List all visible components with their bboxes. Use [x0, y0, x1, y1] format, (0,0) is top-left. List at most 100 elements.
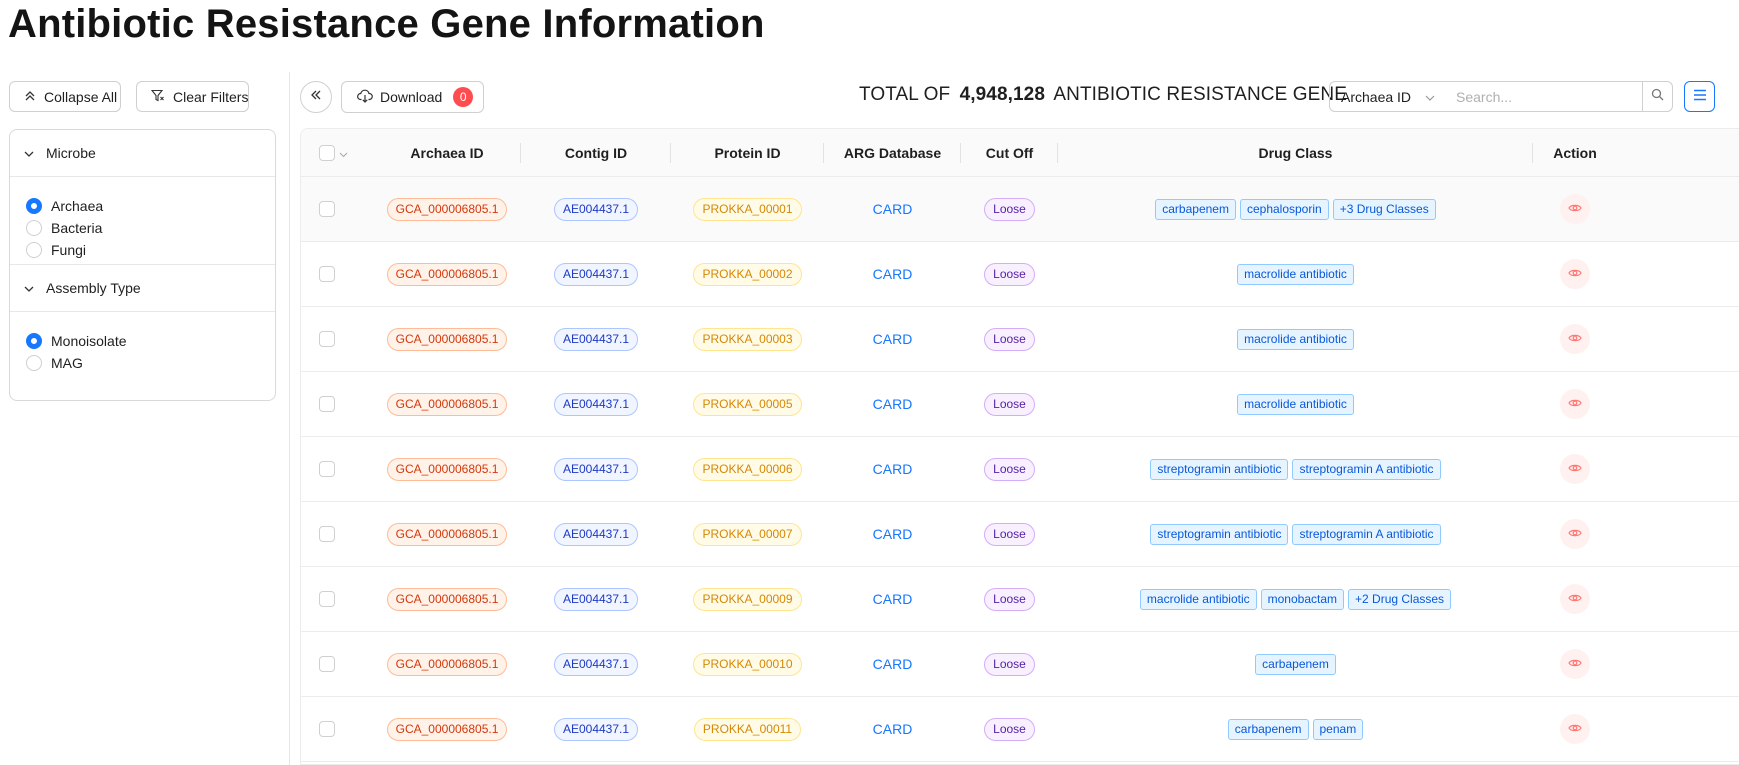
protein-id-tag[interactable]: PROKKA_00010	[693, 652, 802, 676]
arg-database-link[interactable]: CARD	[873, 201, 913, 217]
table-row[interactable]: GCA_000006805.1 AE004437.1 PROKKA_00005 CAR…	[301, 372, 1739, 437]
table-row[interactable]: GCA_000006805.1 AE004437.1 PROKKA_00001 CAR…	[301, 177, 1739, 242]
table-row[interactable]: GCA_000006805.1 AE004437.1 PROKKA_00011 CAR…	[301, 697, 1739, 762]
arg-database-link[interactable]: CARD	[873, 591, 913, 607]
row-checkbox[interactable]	[319, 591, 335, 607]
protein-id-tag[interactable]: PROKKA_00005	[693, 392, 802, 416]
archaea-id-tag[interactable]: GCA_000006805.1	[386, 457, 508, 481]
row-checkbox[interactable]	[319, 201, 335, 217]
radio-fungi[interactable]: Fungi	[26, 239, 275, 261]
arg-database-link[interactable]: CARD	[873, 656, 913, 672]
view-button[interactable]	[1560, 454, 1590, 484]
header-contig-id[interactable]: Contig ID	[521, 129, 671, 176]
toggle-sidebar-button[interactable]	[300, 81, 332, 113]
view-button[interactable]	[1560, 584, 1590, 614]
contig-id-tag[interactable]: AE004437.1	[553, 457, 639, 481]
assembly-type-section-title: Assembly Type	[46, 280, 141, 296]
contig-id-cell: AE004437.1	[521, 307, 671, 371]
contig-id-tag[interactable]: AE004437.1	[553, 197, 639, 221]
search-input[interactable]	[1446, 81, 1643, 112]
archaea-id-tag[interactable]: GCA_000006805.1	[386, 587, 508, 611]
view-button[interactable]	[1560, 649, 1590, 679]
arg-database-link[interactable]: CARD	[873, 331, 913, 347]
table-row[interactable]: GCA_000006805.1 AE004437.1 PROKKA_00007 CAR…	[301, 502, 1739, 567]
row-checkbox[interactable]	[319, 396, 335, 412]
archaea-id-tag[interactable]: GCA_000006805.1	[386, 717, 508, 741]
row-checkbox[interactable]	[319, 656, 335, 672]
arg-database-link[interactable]: CARD	[873, 526, 913, 542]
table-row[interactable]: GCA_000006805.1 AE004437.1 PROKKA_00002 CAR…	[301, 242, 1739, 307]
archaea-id-tag[interactable]: GCA_000006805.1	[386, 197, 508, 221]
view-button[interactable]	[1560, 714, 1590, 744]
view-button[interactable]	[1560, 389, 1590, 419]
view-button[interactable]	[1560, 324, 1590, 354]
contig-id-tag[interactable]: AE004437.1	[553, 392, 639, 416]
microbe-section-header[interactable]: Microbe	[10, 130, 275, 177]
table-row[interactable]: GCA_000006805.1 AE004437.1 PROKKA_00006 CAR…	[301, 437, 1739, 502]
chevron-down-icon[interactable]	[339, 145, 348, 161]
header-cut-off[interactable]: Cut Off	[961, 129, 1058, 176]
radio-mag[interactable]: MAG	[26, 352, 275, 374]
row-checkbox[interactable]	[319, 461, 335, 477]
radio-dot[interactable]	[26, 355, 42, 371]
protein-id-tag[interactable]: PROKKA_00007	[693, 522, 802, 546]
arg-database-link[interactable]: CARD	[873, 396, 913, 412]
protein-id-tag[interactable]: PROKKA_00006	[693, 457, 802, 481]
row-checkbox[interactable]	[319, 331, 335, 347]
contig-id-tag[interactable]: AE004437.1	[553, 717, 639, 741]
radio-archaea[interactable]: Archaea	[26, 195, 275, 217]
header-archaea-id[interactable]: Archaea ID	[373, 129, 521, 176]
contig-id-tag[interactable]: AE004437.1	[553, 522, 639, 546]
eye-icon	[1568, 395, 1582, 413]
protein-id-tag[interactable]: PROKKA_00002	[693, 262, 802, 286]
table-row[interactable]: GCA_000006805.1 AE004437.1 PROKKA_00003 CAR…	[301, 307, 1739, 372]
contig-id-tag[interactable]: AE004437.1	[553, 262, 639, 286]
contig-id-tag[interactable]: AE004437.1	[553, 652, 639, 676]
download-button[interactable]: Download 0	[341, 81, 484, 113]
assembly-type-section-header[interactable]: Assembly Type	[10, 265, 275, 312]
row-checkbox[interactable]	[319, 266, 335, 282]
protein-id-tag[interactable]: PROKKA_00003	[693, 327, 802, 351]
arg-database-link[interactable]: CARD	[873, 721, 913, 737]
header-drug-class[interactable]: Drug Class	[1058, 129, 1533, 176]
protein-id-tag[interactable]: PROKKA_00011	[693, 717, 802, 741]
archaea-id-tag[interactable]: GCA_000006805.1	[386, 392, 508, 416]
filter-panel: Collapse All Clear Filters Microbe Archa…	[0, 72, 290, 765]
radio-dot[interactable]	[26, 220, 42, 236]
collapse-all-button[interactable]: Collapse All	[9, 81, 121, 112]
contig-id-cell: AE004437.1	[521, 372, 671, 436]
row-checkbox[interactable]	[319, 526, 335, 542]
arg-database-link[interactable]: CARD	[873, 266, 913, 282]
header-protein-id[interactable]: Protein ID	[671, 129, 824, 176]
archaea-id-tag[interactable]: GCA_000006805.1	[386, 652, 508, 676]
radio-dot[interactable]	[26, 242, 42, 258]
contig-id-tag[interactable]: AE004437.1	[553, 327, 639, 351]
search-button[interactable]	[1642, 81, 1673, 112]
drug-class-tag: monobactam	[1260, 588, 1345, 610]
protein-id-tag[interactable]: PROKKA_00009	[693, 587, 802, 611]
radio-bacteria[interactable]: Bacteria	[26, 217, 275, 239]
action-cell	[1533, 177, 1617, 241]
radio-monoisolate[interactable]: Monoisolate	[26, 330, 275, 352]
archaea-id-tag[interactable]: GCA_000006805.1	[386, 327, 508, 351]
table-row[interactable]: GCA_000006805.1 AE004437.1 PROKKA_00009 CAR…	[301, 567, 1739, 632]
view-button[interactable]	[1560, 194, 1590, 224]
arg-database-link[interactable]: CARD	[873, 461, 913, 477]
protein-id-tag[interactable]: PROKKA_00001	[693, 197, 802, 221]
radio-dot[interactable]	[26, 333, 42, 349]
table-row[interactable]: GCA_000006805.1 AE004437.1 PROKKA_00010 CAR…	[301, 632, 1739, 697]
drug-class-tag[interactable]: +2 Drug Classes	[1348, 588, 1452, 610]
search-field-select[interactable]: Archaea ID	[1329, 81, 1447, 112]
row-checkbox[interactable]	[319, 721, 335, 737]
archaea-id-tag[interactable]: GCA_000006805.1	[386, 522, 508, 546]
view-button[interactable]	[1560, 519, 1590, 549]
contig-id-tag[interactable]: AE004437.1	[553, 587, 639, 611]
header-arg-database[interactable]: ARG Database	[824, 129, 961, 176]
clear-filters-button[interactable]: Clear Filters	[136, 81, 249, 112]
column-menu-button[interactable]	[1684, 81, 1715, 112]
view-button[interactable]	[1560, 259, 1590, 289]
radio-dot[interactable]	[26, 198, 42, 214]
drug-class-tag[interactable]: +3 Drug Classes	[1332, 198, 1436, 220]
archaea-id-tag[interactable]: GCA_000006805.1	[386, 262, 508, 286]
select-all-checkbox[interactable]	[319, 144, 335, 161]
